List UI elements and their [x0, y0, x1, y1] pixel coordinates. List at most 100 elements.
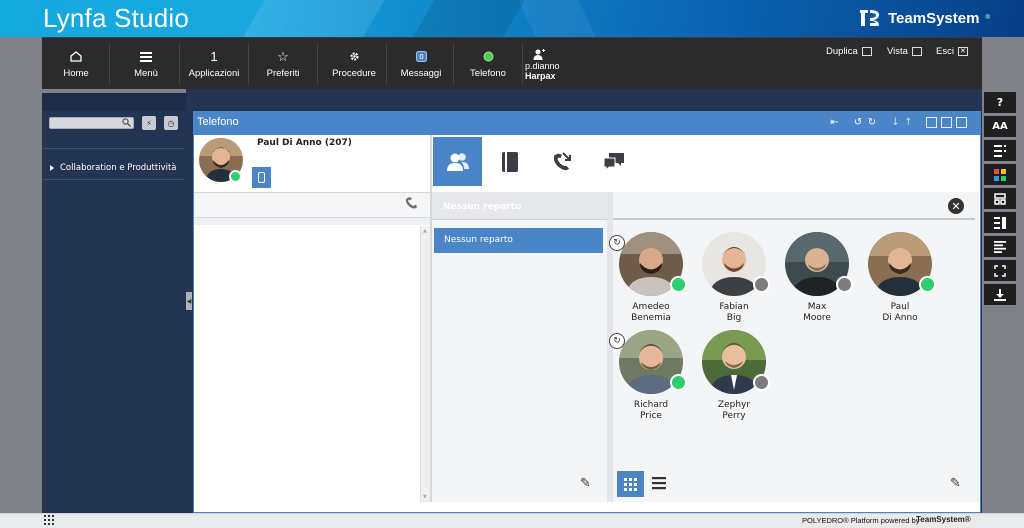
handset-icon[interactable]	[404, 196, 418, 214]
svg-text:0: 0	[419, 53, 423, 61]
font-size-icon: AA	[992, 121, 1008, 132]
dial-bar	[194, 193, 430, 217]
call-forward-icon: ↻	[609, 235, 625, 251]
phone-left-column	[194, 135, 430, 502]
history-button[interactable]: ◷	[164, 116, 178, 130]
layout-list-button[interactable]	[984, 140, 1016, 161]
download-icon	[994, 288, 1006, 301]
user-name: Amedeo Benemia	[631, 302, 671, 323]
clock-icon: ◷	[167, 118, 175, 128]
footer-powered-by: POLYEDRO® Platform powered by	[802, 516, 920, 525]
grid-view-button[interactable]	[617, 471, 644, 497]
redo-icon[interactable]: ↻	[866, 117, 878, 128]
duplica-button[interactable]: Duplica	[826, 46, 872, 57]
expand-arrow-icon	[50, 165, 54, 171]
brand-name: TeamSystem	[888, 9, 980, 27]
vista-button[interactable]: Vista	[887, 46, 922, 57]
edit-departments-icon[interactable]: ✎	[580, 476, 591, 491]
layout-columns-button[interactable]	[984, 212, 1016, 233]
device-button[interactable]	[252, 167, 271, 188]
user-name: p.dianno	[525, 61, 560, 71]
user-name: Richard Price	[633, 400, 669, 421]
arrow-up-icon[interactable]: ↑	[903, 117, 914, 128]
help-button[interactable]: ?	[984, 92, 1016, 113]
minimize-icon[interactable]	[956, 117, 967, 128]
collapse-sidebar-handle[interactable]: ◀	[186, 292, 192, 310]
align-text-button[interactable]	[984, 236, 1016, 257]
toolbar-applicazioni-label: Applicazioni	[188, 67, 240, 79]
message-icon: 0	[415, 50, 427, 64]
layout-list-icon	[994, 144, 1006, 157]
call-list-scrollbar[interactable]: ▲ ▼	[420, 226, 430, 502]
menu-icon	[140, 50, 152, 64]
layout-panels-button[interactable]	[984, 188, 1016, 209]
toolbar-menu-label: Menù	[134, 67, 158, 79]
toolbar-messaggi[interactable]: 0 Messaggi	[391, 38, 451, 90]
user-card-amedeo[interactable]: ↻ Amedeo Benemia	[606, 232, 696, 324]
tab-chat[interactable]	[589, 137, 638, 186]
toolbar-menu[interactable]: Menù	[114, 38, 178, 90]
toolbar-home-label: Home	[63, 67, 89, 79]
call-forward-icon: ↻	[609, 333, 625, 349]
toolbar-preferiti-label: Preferiti	[266, 67, 300, 79]
font-size-button[interactable]: AA	[984, 116, 1016, 137]
exit-icon: ✕	[957, 47, 968, 56]
maximize-icon[interactable]	[941, 117, 952, 128]
status-online-badge	[670, 276, 687, 293]
list-view-icon	[652, 477, 666, 490]
tab-contacts[interactable]	[433, 137, 482, 186]
toolbar-applicazioni[interactable]: 1 Applicazioni	[184, 38, 244, 90]
departments-header-label: Nessun reparto	[443, 202, 522, 212]
restore-icon[interactable]	[926, 117, 937, 128]
user-card-fabian[interactable]: Fabian Big	[689, 232, 779, 324]
status-offline-badge	[836, 276, 853, 293]
arrow-down-icon[interactable]: ↓	[890, 117, 901, 128]
brand-logo: TeamSystem ®	[858, 6, 990, 30]
toolbar-telefono-label: Telefono	[470, 67, 506, 79]
esci-button[interactable]: Esci ✕	[936, 46, 968, 57]
mobile-phone-icon	[258, 172, 265, 183]
vista-label: Vista	[887, 46, 908, 57]
toolbar-home[interactable]: Home	[46, 38, 106, 90]
user-card-richard[interactable]: ↻ Richard Price	[606, 330, 696, 422]
tab-call-history[interactable]	[537, 137, 586, 186]
user-card-zephyr[interactable]: Zephyr Perry	[689, 330, 779, 422]
user-name: Fabian Big	[719, 302, 749, 323]
user-name: Max Moore	[803, 302, 831, 323]
main-toolbar: Home Menù 1 Applicazioni ☆ Preferiti Pro…	[42, 37, 982, 89]
user-card-max[interactable]: Max Moore	[772, 232, 862, 324]
profile-status-badge	[229, 170, 242, 183]
contacts-icon	[446, 152, 469, 171]
department-item[interactable]: Nessun reparto	[434, 228, 603, 253]
tab-phonebook[interactable]	[485, 137, 534, 186]
status-online-badge	[919, 276, 936, 293]
sidebar-item-label: Collaboration e Produttività	[60, 163, 177, 173]
fullscreen-button[interactable]	[984, 260, 1016, 281]
esci-label: Esci	[936, 46, 954, 57]
sidebar-item-collaboration[interactable]: Collaboration e Produttività	[50, 163, 177, 173]
toolbar-telefono[interactable]: Telefono	[458, 38, 518, 90]
search-icon	[122, 118, 131, 130]
toolbar-messaggi-label: Messaggi	[400, 67, 442, 79]
list-view-button[interactable]	[652, 476, 666, 492]
download-button[interactable]	[984, 284, 1016, 305]
user-card-paul[interactable]: Paul Di Anno	[855, 232, 945, 324]
edit-users-icon[interactable]: ✎	[950, 476, 961, 491]
gear-icon	[349, 50, 360, 64]
duplica-label: Duplica	[826, 46, 858, 57]
star-icon: ☆	[277, 48, 289, 64]
undo-icon[interactable]: ↺	[852, 117, 864, 128]
footer-brand: TeamSystem®	[916, 515, 971, 524]
pin-left-icon[interactable]: ⇤	[829, 117, 840, 128]
toolbar-preferiti[interactable]: ☆ Preferiti	[253, 38, 313, 90]
duplicate-icon	[861, 47, 872, 56]
grid-view-icon	[624, 477, 637, 491]
color-theme-button[interactable]	[984, 164, 1016, 185]
toolbar-user[interactable]: p.dianno Harpax	[525, 38, 575, 90]
search-input[interactable]	[49, 117, 134, 129]
book-icon	[501, 151, 518, 172]
lightning-button[interactable]: ⚡	[142, 116, 156, 130]
toolbar-procedure[interactable]: Procedure	[322, 38, 386, 90]
close-icon[interactable]: ✕	[948, 198, 964, 214]
apps-grid-icon[interactable]	[44, 515, 54, 525]
